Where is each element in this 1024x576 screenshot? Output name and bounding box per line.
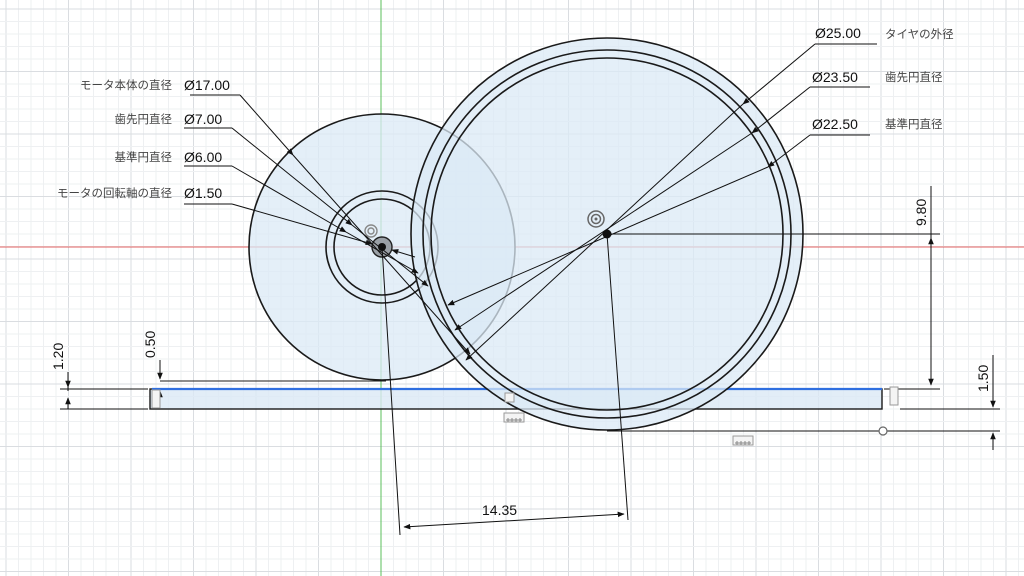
large-tip-dia-label: 歯先円直径: [885, 70, 943, 84]
tire-outer-dia-value[interactable]: Ø25.00: [815, 25, 861, 41]
sketch-canvas[interactable]: モータ本体の直径 Ø17.00 歯先円直径 Ø7.00 基準円直径 Ø6.00 …: [0, 0, 1024, 576]
shaft-dia-label: モータの回転軸の直径: [57, 186, 172, 200]
shaft-dia-value[interactable]: Ø1.50: [184, 185, 222, 201]
tangent-constraint-icon[interactable]: [732, 435, 754, 446]
gear-height-value[interactable]: 9.80: [913, 199, 929, 226]
tire-outer-dia-label: タイヤの外径: [885, 27, 954, 41]
small-tip-dia-label: 歯先円直径: [115, 112, 173, 126]
large-ref-dia-label: 基準円直径: [885, 117, 943, 131]
tangent-constraint-icon[interactable]: [503, 412, 525, 423]
small-tip-dia-value[interactable]: Ø7.00: [184, 111, 222, 127]
small-ref-dia-value[interactable]: Ø6.00: [184, 149, 222, 165]
center-distance-value[interactable]: 14.35: [482, 502, 517, 518]
ground-clearance-value[interactable]: 1.50: [975, 365, 991, 392]
large-ref-dia-value[interactable]: Ø22.50: [812, 116, 858, 132]
plate-gap-value[interactable]: 0.50: [142, 331, 158, 358]
plate-thickness-value[interactable]: 1.20: [50, 343, 66, 370]
motor-body-dia-value[interactable]: Ø17.00: [184, 77, 230, 93]
small-ref-dia-label: 基準円直径: [115, 150, 173, 164]
large-tip-dia-value[interactable]: Ø23.50: [812, 69, 858, 85]
motor-body-dia-label: モータ本体の直径: [80, 78, 172, 92]
